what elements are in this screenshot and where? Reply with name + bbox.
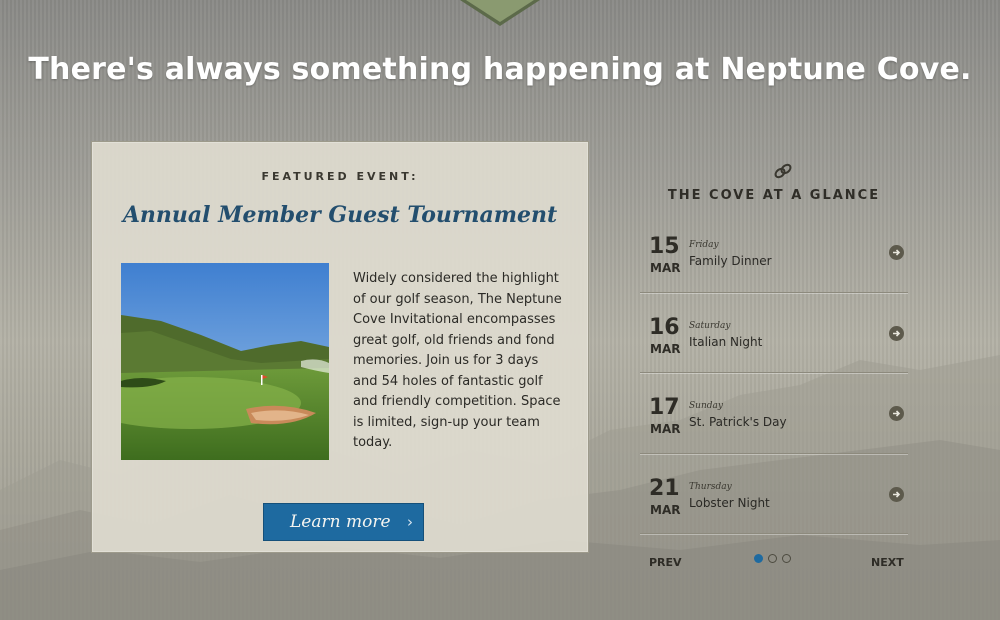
event-month: MAR bbox=[650, 341, 681, 356]
event-name: Italian Night bbox=[689, 334, 763, 349]
event-name: St. Patrick's Day bbox=[689, 415, 787, 429]
event-row[interactable]: 15 MAR Friday Family Dinner bbox=[640, 212, 908, 293]
event-month: MAR bbox=[650, 261, 681, 275]
learn-more-label: Learn more bbox=[290, 512, 391, 532]
event-day: 21 bbox=[649, 475, 680, 501]
event-name: Lobster Night bbox=[689, 495, 770, 510]
prev-button[interactable]: PREV bbox=[649, 556, 682, 569]
event-weekday: Sunday bbox=[689, 401, 723, 411]
event-row[interactable]: 17 MAR Sunday St. Patrick's Day bbox=[640, 373, 908, 454]
arrow-right-icon[interactable] bbox=[889, 486, 904, 502]
arrow-right-icon[interactable] bbox=[889, 406, 904, 421]
event-weekday: Saturday bbox=[689, 320, 731, 331]
chevron-right-icon: › bbox=[407, 513, 413, 531]
learn-more-button[interactable]: Learn more › bbox=[263, 503, 424, 541]
event-day: 17 bbox=[649, 395, 680, 420]
chain-link-icon bbox=[774, 163, 792, 179]
event-weekday: Friday bbox=[689, 240, 719, 250]
featured-event-label: FEATURED EVENT: bbox=[261, 170, 419, 183]
page-tagline: There's always something happening at Ne… bbox=[28, 52, 972, 87]
next-button[interactable]: NEXT bbox=[871, 556, 904, 569]
featured-event-description: Widely considered the highlight of our g… bbox=[353, 271, 562, 450]
event-list: 15 MAR Friday Family Dinner 16 MAR Satur… bbox=[640, 212, 908, 534]
event-name: Family Dinner bbox=[689, 254, 772, 268]
pagination-dot-2[interactable] bbox=[768, 554, 777, 563]
glance-title: THE COVE AT A GLANCE bbox=[667, 188, 881, 203]
event-weekday: Thursday bbox=[689, 481, 732, 492]
event-day: 16 bbox=[649, 314, 680, 340]
event-month: MAR bbox=[650, 502, 681, 517]
arrow-right-icon[interactable] bbox=[889, 245, 904, 260]
golf-course-photo bbox=[121, 263, 329, 460]
event-row[interactable]: 21 MAR Thursday Lobster Night bbox=[640, 454, 908, 534]
arrow-right-icon[interactable] bbox=[889, 325, 904, 341]
event-month: MAR bbox=[650, 422, 681, 436]
top-ribbon-decoration bbox=[460, 0, 540, 26]
pagination-dot-3[interactable] bbox=[782, 554, 791, 563]
featured-event-card: FEATURED EVENT: Annual Member Guest Tour… bbox=[91, 141, 589, 553]
pagination-dot-1[interactable] bbox=[754, 554, 763, 563]
pagination-dots bbox=[754, 554, 791, 563]
event-day: 15 bbox=[649, 234, 680, 259]
event-row[interactable]: 16 MAR Saturday Italian Night bbox=[640, 293, 908, 373]
featured-event-title[interactable]: Annual Member Guest Tournament bbox=[92, 202, 588, 228]
